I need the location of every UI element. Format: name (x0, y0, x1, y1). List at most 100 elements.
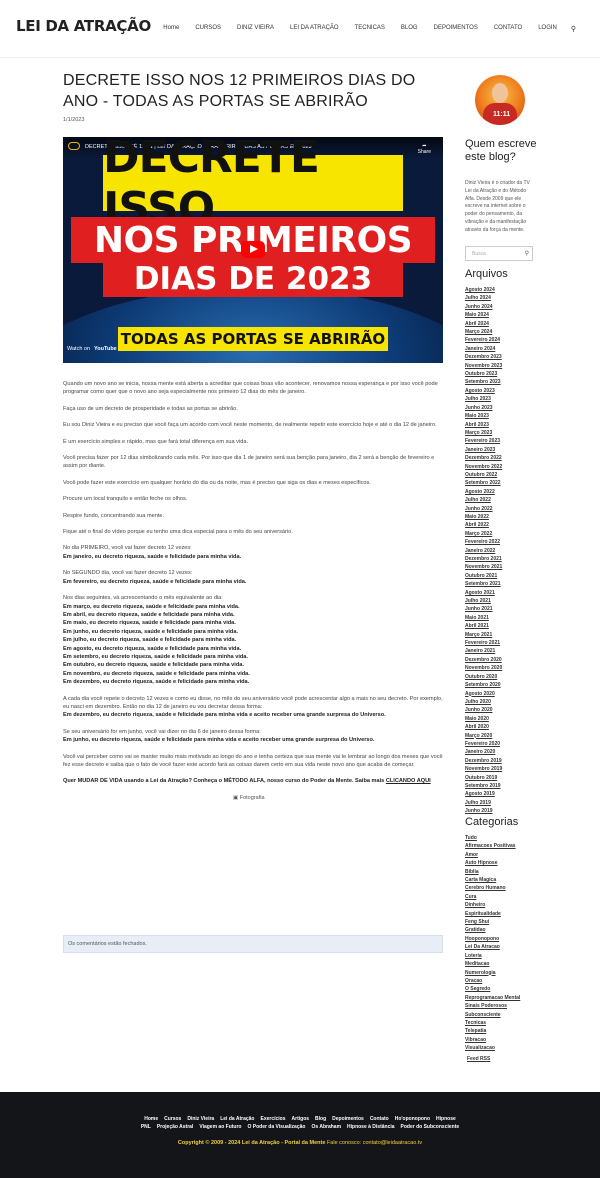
category-link[interactable]: Biblia (465, 868, 520, 876)
footer-link[interactable]: Ho'oponopono (395, 1116, 430, 1122)
archive-link[interactable]: Dezembro 2022 (465, 454, 502, 462)
archive-link[interactable]: Março 2021 (465, 631, 502, 639)
archive-link[interactable]: Fevereiro 2024 (465, 336, 502, 344)
archive-link[interactable]: Agosto 2021 (465, 589, 502, 597)
archive-link[interactable]: Maio 2023 (465, 412, 502, 420)
archive-link[interactable]: Julho 2020 (465, 698, 502, 706)
archive-link[interactable]: Julho 2019 (465, 799, 502, 807)
archive-link[interactable]: Novembro 2020 (465, 664, 502, 672)
archive-link[interactable]: Janeiro 2022 (465, 547, 502, 555)
contact-text[interactable]: Fale conosco: contato@leidaatracao.tv (327, 1140, 422, 1146)
archive-link[interactable]: Março 2020 (465, 732, 502, 740)
category-link[interactable]: Vibracao (465, 1036, 520, 1044)
archive-link[interactable]: Junho 2023 (465, 404, 502, 412)
archive-link[interactable]: Dezembro 2020 (465, 656, 502, 664)
category-link[interactable]: Tecnicas (465, 1019, 520, 1027)
category-link[interactable]: Espiritualidade (465, 910, 520, 918)
footer-link[interactable]: Viagem ao Futuro (199, 1124, 241, 1130)
nav-cursos[interactable]: CURSOS (195, 25, 221, 33)
nav-blog[interactable]: BLOG (401, 25, 418, 33)
archive-link[interactable]: Julho 2024 (465, 294, 502, 302)
archive-link[interactable]: Fevereiro 2020 (465, 740, 502, 748)
category-link[interactable]: Tudo (465, 834, 520, 842)
archive-link[interactable]: Abril 2021 (465, 622, 502, 630)
search-icon[interactable]: ⚲ (525, 250, 529, 257)
category-link[interactable]: Subconsciente (465, 1011, 520, 1019)
archive-link[interactable]: Março 2024 (465, 328, 502, 336)
archive-link[interactable]: Março 2022 (465, 530, 502, 538)
archive-link[interactable]: Novembro 2019 (465, 765, 502, 773)
archive-link[interactable]: Junho 2019 (465, 807, 502, 815)
archive-link[interactable]: Abril 2023 (465, 421, 502, 429)
footer-link[interactable]: Exercícios (261, 1116, 286, 1122)
footer-link[interactable]: Cursos (164, 1116, 181, 1122)
archive-link[interactable]: Setembro 2019 (465, 782, 502, 790)
category-link[interactable]: Telepatia (465, 1027, 520, 1035)
video-player[interactable]: DECRETE ISSO ATÉ 12/01 | LEI DA ATRAÇÃO … (63, 137, 443, 363)
category-link[interactable]: Oracao (465, 977, 520, 985)
archive-link[interactable]: Junho 2024 (465, 303, 502, 311)
archive-link[interactable]: Abril 2022 (465, 521, 502, 529)
footer-link[interactable]: Depoimentos (332, 1116, 364, 1122)
archive-link[interactable]: Fevereiro 2022 (465, 538, 502, 546)
category-link[interactable]: Reprogramacao Mental (465, 994, 520, 1002)
archive-link[interactable]: Agosto 2024 (465, 286, 502, 294)
category-link[interactable]: Afirmacoes Positivas (465, 842, 520, 850)
archive-link[interactable]: Dezembro 2021 (465, 555, 502, 563)
archive-link[interactable]: Outubro 2023 (465, 370, 502, 378)
category-link[interactable]: O Segredo (465, 985, 520, 993)
category-link[interactable]: Gratidao (465, 926, 520, 934)
footer-link[interactable]: PNL (141, 1124, 151, 1130)
category-link[interactable]: Hooponopono (465, 935, 520, 943)
nav-lei-da-atracao[interactable]: LEI DA ATRAÇÃO (290, 25, 339, 33)
footer-link[interactable]: Diniz Vieira (187, 1116, 214, 1122)
category-link[interactable]: Numerologia (465, 969, 520, 977)
archive-link[interactable]: Outubro 2021 (465, 572, 502, 580)
nav-depoimentos[interactable]: DEPOIMENTOS (434, 25, 478, 33)
footer-link[interactable]: Projeção Astral (157, 1124, 194, 1130)
archive-link[interactable]: Agosto 2023 (465, 387, 502, 395)
archive-link[interactable]: Dezembro 2023 (465, 353, 502, 361)
category-link[interactable]: Lei Da Atracao (465, 943, 520, 951)
archive-link[interactable]: Dezembro 2019 (465, 757, 502, 765)
cta-link[interactable]: CLICANDO AQUI (386, 778, 431, 784)
search-icon[interactable]: ⚲ (571, 25, 576, 33)
archive-link[interactable]: Agosto 2022 (465, 488, 502, 496)
archive-link[interactable]: Setembro 2023 (465, 378, 502, 386)
nav-login[interactable]: LOGIN (538, 25, 557, 33)
search-input[interactable]: Busca ⚲ (465, 246, 533, 261)
archive-link[interactable]: Fevereiro 2021 (465, 639, 502, 647)
archive-link[interactable]: Setembro 2020 (465, 681, 502, 689)
archive-link[interactable]: Novembro 2022 (465, 463, 502, 471)
category-link[interactable]: Sinais Poderosos (465, 1002, 520, 1010)
category-link[interactable]: Cerebro Humano (465, 884, 520, 892)
footer-link[interactable]: Contato (370, 1116, 389, 1122)
category-link[interactable]: Dinheiro (465, 901, 520, 909)
footer-link[interactable]: Hipnose à Distância (347, 1124, 395, 1130)
archive-link[interactable]: Julho 2023 (465, 395, 502, 403)
archive-link[interactable]: Maio 2022 (465, 513, 502, 521)
category-link[interactable]: Visualizacao (465, 1044, 520, 1052)
category-link[interactable]: Auto Hipnose (465, 859, 520, 867)
archive-link[interactable]: Outubro 2020 (465, 673, 502, 681)
archive-link[interactable]: Abril 2020 (465, 723, 502, 731)
archive-link[interactable]: Janeiro 2024 (465, 345, 502, 353)
footer-link[interactable]: Os Abraham (311, 1124, 341, 1130)
category-link[interactable]: Amor (465, 851, 520, 859)
archive-link[interactable]: Maio 2020 (465, 715, 502, 723)
footer-link[interactable]: Blog (315, 1116, 326, 1122)
category-link[interactable]: Meditacao (465, 960, 520, 968)
nav-tecnicas[interactable]: TECNICAS (355, 25, 385, 33)
archive-link[interactable]: Janeiro 2020 (465, 748, 502, 756)
category-link[interactable]: Feng Shui (465, 918, 520, 926)
archive-link[interactable]: Setembro 2022 (465, 479, 502, 487)
archive-link[interactable]: Junho 2020 (465, 706, 502, 714)
archive-link[interactable]: Maio 2024 (465, 311, 502, 319)
archive-link[interactable]: Novembro 2021 (465, 563, 502, 571)
watch-on-youtube-link[interactable]: Watch on YouTube (67, 346, 117, 352)
footer-link[interactable]: O Poder da Visualização (247, 1124, 305, 1130)
footer-link[interactable]: Poder do Subconsciente (401, 1124, 460, 1130)
site-logo[interactable]: LEI DA ATRAÇÃO (16, 17, 151, 35)
archive-link[interactable]: Junho 2022 (465, 505, 502, 513)
archive-link[interactable]: Abril 2024 (465, 320, 502, 328)
